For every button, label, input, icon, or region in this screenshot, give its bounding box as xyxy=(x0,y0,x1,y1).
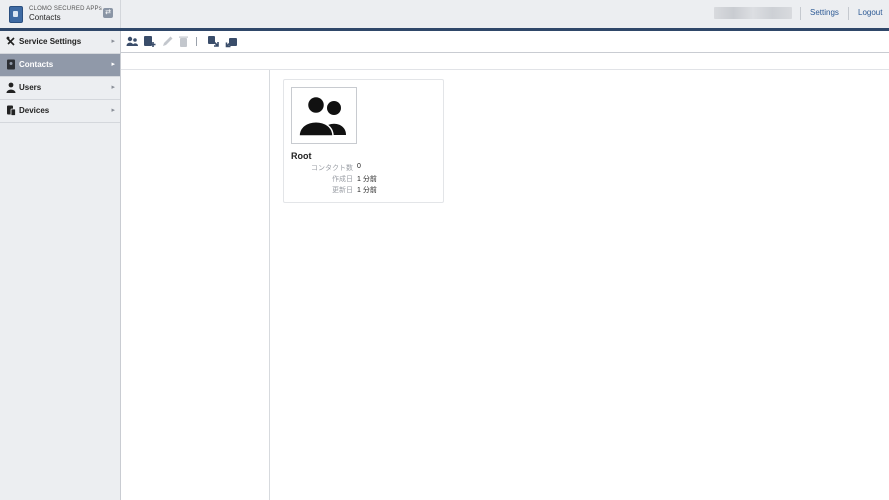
sidebar-item-label: Contacts xyxy=(19,60,54,69)
meta-value: 1 分前 xyxy=(357,187,377,194)
divider xyxy=(800,7,801,20)
group-tree-pane xyxy=(121,70,270,500)
group-people-icon xyxy=(298,95,346,137)
meta-value: 0 xyxy=(357,163,361,170)
group-thumbnail xyxy=(291,87,357,144)
sidebar: Service Settings ▸ Contacts ▸ Users ▸ De… xyxy=(0,31,121,500)
tools-icon xyxy=(6,36,15,46)
chevron-right-icon: ▸ xyxy=(111,38,115,45)
contacts-book-icon xyxy=(7,59,15,70)
chevron-right-icon: ▸ xyxy=(111,61,115,68)
meta-label: 作成日 xyxy=(332,176,353,183)
sidebar-item-label: Devices xyxy=(19,106,50,115)
chevron-right-icon: ▸ xyxy=(111,84,115,91)
app-switcher-icon[interactable]: ⇄ xyxy=(103,8,113,18)
meta-contact-count: コンタクト数 0 xyxy=(284,163,443,173)
sidebar-item-devices[interactable]: Devices ▸ xyxy=(0,100,120,123)
user-name-blurred xyxy=(714,7,792,19)
export-icon[interactable] xyxy=(225,35,238,48)
add-group-icon[interactable] xyxy=(143,35,156,48)
app-subtitle: CLOMO SECURED APPs xyxy=(29,6,102,12)
user-icon xyxy=(6,82,16,93)
toolbar xyxy=(121,31,889,53)
add-contact-icon[interactable] xyxy=(126,35,139,48)
devices-icon xyxy=(7,105,16,116)
filter-bar xyxy=(121,53,889,70)
sidebar-item-contacts[interactable]: Contacts ▸ xyxy=(0,54,120,77)
meta-label: 更新日 xyxy=(332,187,353,194)
meta-label: コンタクト数 xyxy=(311,165,353,172)
app-logo-icon xyxy=(9,6,23,23)
group-card-root[interactable]: Root コンタクト数 0 作成日 1 分前 更新日 1 分前 xyxy=(283,79,444,203)
meta-value: 1 分前 xyxy=(357,176,377,183)
sidebar-item-service-settings[interactable]: Service Settings ▸ xyxy=(0,31,120,54)
settings-link[interactable]: Settings xyxy=(810,8,839,17)
logout-link[interactable]: Logout xyxy=(858,8,882,17)
import-icon[interactable] xyxy=(207,35,220,48)
app-title: Contacts xyxy=(29,13,61,22)
sidebar-item-label: Users xyxy=(19,83,42,92)
sidebar-item-label: Service Settings xyxy=(19,37,82,46)
group-name: Root xyxy=(291,151,312,161)
app-brand: CLOMO SECURED APPs Contacts ⇄ xyxy=(0,0,121,28)
toolbar-divider xyxy=(196,37,197,46)
top-bar: CLOMO SECURED APPs Contacts ⇄ Settings L… xyxy=(0,0,889,31)
chevron-right-icon: ▸ xyxy=(111,107,115,114)
meta-updated: 更新日 1 分前 xyxy=(284,185,443,195)
delete-icon[interactable] xyxy=(177,35,190,48)
edit-icon[interactable] xyxy=(161,35,174,48)
divider xyxy=(848,7,849,20)
sidebar-item-users[interactable]: Users ▸ xyxy=(0,77,120,100)
meta-created: 作成日 1 分前 xyxy=(284,174,443,184)
